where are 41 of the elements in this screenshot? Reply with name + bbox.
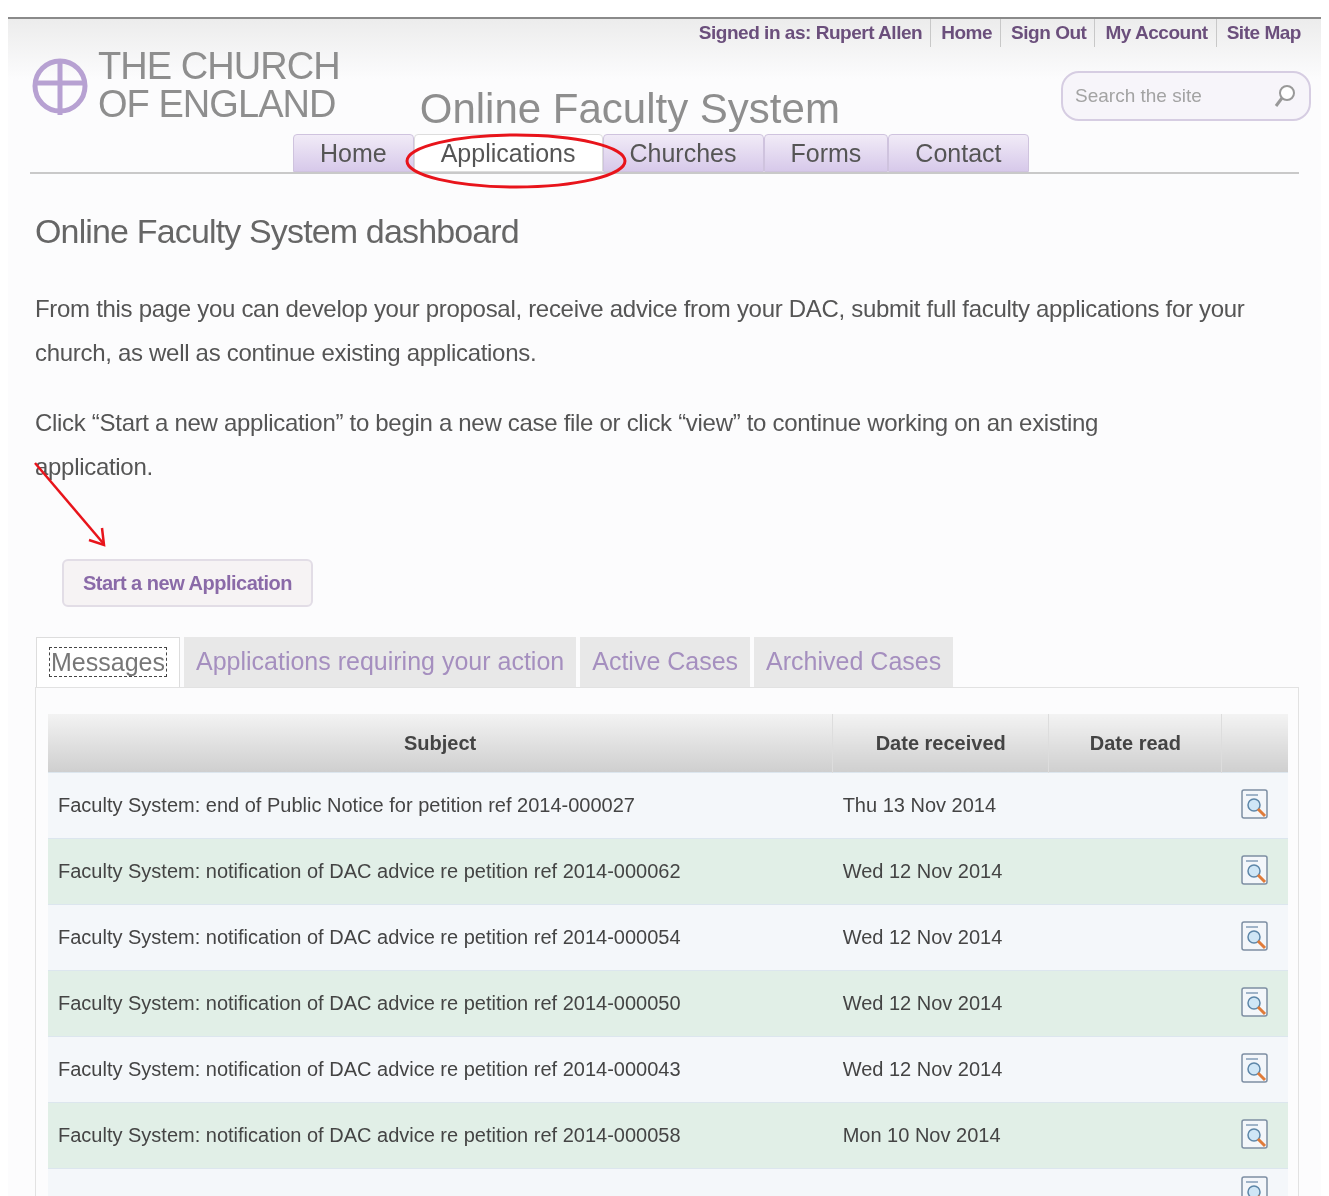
subject-cell: Faculty System: notification of DAC advice re petition ref 2014-000058 (58, 1124, 681, 1146)
document-magnifier-icon[interactable] (1239, 788, 1270, 820)
column-header: Date read (1048, 714, 1222, 772)
subject-cell: Faculty System: notification of DAC advice re petition ref 2014-000043 (58, 1058, 681, 1080)
header-link[interactable]: Site Map (1215, 18, 1301, 48)
date-received-cell: Wed 12 Nov 2014 (842, 1058, 1003, 1080)
document-magnifier-icon[interactable] (1239, 986, 1270, 1018)
column-header: Date received (832, 714, 1049, 772)
subject-cell: Faculty System: notification of DAC advice re petition ref 2014-000054 (58, 926, 681, 948)
date-received-cell: Wed 12 Nov 2014 (842, 860, 1003, 882)
start-application-button[interactable]: Start a new Application (62, 559, 313, 607)
subject-cell: Faculty System: end of Public Notice for petition ref 2014-000027 (58, 794, 635, 816)
document-magnifier-icon[interactable] (1239, 1118, 1270, 1150)
document-magnifier-icon[interactable] (1239, 1174, 1270, 1196)
nav-tab[interactable]: Home (293, 134, 414, 172)
header-link[interactable]: My Account (1094, 18, 1208, 48)
header-link[interactable]: Sign Out (1000, 18, 1087, 48)
signed-in-label: Signed in as: Rupert Allen (698, 20, 923, 45)
document-magnifier-icon[interactable] (1239, 854, 1270, 886)
nav-tab[interactable]: Churches (602, 134, 764, 172)
date-received-cell: Wed 12 Nov 2014 (842, 992, 1003, 1014)
site-title: Online Faculty System (419, 84, 840, 134)
document-magnifier-icon[interactable] (1239, 1052, 1270, 1084)
header-link[interactable]: Home (930, 18, 993, 48)
search-icon[interactable] (1273, 83, 1297, 109)
nav-tab[interactable]: Contact (888, 134, 1029, 172)
panel-tab[interactable]: Messages (36, 637, 180, 687)
date-received-cell: Wed 12 Nov 2014 (842, 926, 1003, 948)
search-field[interactable]: Search the site (1061, 71, 1311, 121)
intro-paragraph: Click “Start a new application” to begin a new case file or click “view” to continue working on an existing application. (35, 408, 1100, 482)
page-heading: Online Faculty System dashboard (35, 211, 520, 252)
document-magnifier-icon[interactable] (1239, 920, 1270, 952)
church-logo-text: THE CHURCH OF ENGLAND (98, 47, 340, 123)
column-header: Subject (48, 714, 833, 772)
nav-tab[interactable]: Applications (413, 134, 603, 172)
intro-paragraph: From this page you can develop your proposal, receive advice from your DAC, submit full faculty applications for your church, as well as continue existing applications. (35, 294, 1246, 368)
date-received-cell: Mon 10 Nov 2014 (842, 1124, 1001, 1146)
date-received-cell: Thu 13 Nov 2014 (842, 794, 997, 816)
nav-tab[interactable]: Forms (763, 134, 889, 172)
subject-cell: Faculty System: notification of DAC advice re petition ref 2014-000062 (58, 860, 681, 882)
subject-cell: Faculty System: notification of DAC advice re petition ref 2014-000050 (58, 992, 681, 1014)
